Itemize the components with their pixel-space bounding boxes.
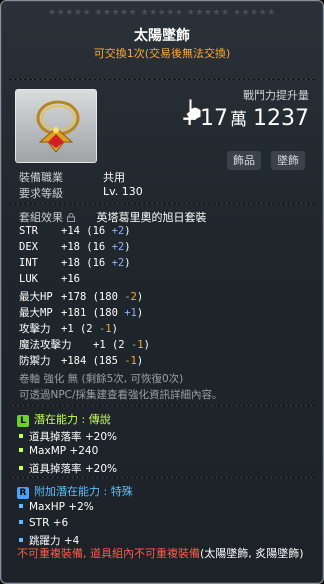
- req-job-value: 共用: [103, 171, 125, 184]
- divider: [9, 477, 315, 478]
- equip-restriction: 不可重複裝備, 道具組內不可重複裝備(太陽墜飾, 炙陽墜飾): [17, 545, 313, 562]
- rare-badge-icon: R: [17, 487, 29, 499]
- pendant-icon: [36, 100, 80, 153]
- divider: [9, 405, 315, 406]
- stat-defense: 防禦力 +184 (185 -1): [19, 355, 144, 367]
- restriction-items: (太陽墜飾, 炙陽墜飾): [200, 547, 304, 560]
- stat-attack: 攻擊力 +1 (2 -1): [19, 323, 118, 335]
- req-level-value: Lv. 130: [103, 185, 143, 198]
- bonus-potential-line: STR +6: [19, 517, 68, 529]
- category-tag-pendant: 墜飾: [271, 151, 305, 170]
- bonus-potential-line: MaxHP +2%: [19, 501, 94, 513]
- req-level: 要求等級 Lv. 130: [19, 185, 143, 201]
- power-rest: 1237: [253, 106, 309, 131]
- power-change-label: 戰鬥力提升量: [243, 89, 309, 102]
- stat-magic-attack: 魔法攻擊力 +1 (2 -1): [19, 339, 150, 351]
- stat-str: STR +14 (16 +2): [19, 225, 131, 237]
- bonus-potential-header: R 附加潛在能力 : 特殊: [17, 483, 133, 499]
- req-job-label: 裝備職業: [19, 171, 63, 184]
- item-tooltip: ★★★★★ ★★★★★ ★★★★★ ★★★★★ ★★★★★ 太陽墜飾 可交換1次…: [0, 0, 324, 584]
- enhance-hint: 可透過NPC/採集建查看強化資訊詳細內容。: [19, 389, 223, 401]
- star-force-row: ★★★★★ ★★★★★ ★★★★★ ★★★★★ ★★★★★: [48, 8, 276, 18]
- stat-dex: DEX +18 (16 +2): [19, 241, 131, 253]
- req-level-label: 要求等級: [19, 187, 63, 200]
- power-plus: +: [181, 106, 198, 130]
- stat-luk: LUK +16: [19, 273, 80, 285]
- legendary-badge-icon: L: [17, 415, 29, 427]
- divider: [9, 79, 315, 80]
- item-icon-frame: [15, 89, 97, 163]
- potential-header: L 潛在能力 : 傳說: [17, 411, 111, 427]
- scroll-info: 卷軸 強化 無 (剩餘5次, 可恢復0次): [19, 373, 184, 385]
- power-unit: 萬: [230, 110, 247, 130]
- req-job: 裝備職業 共用: [19, 169, 125, 185]
- set-effect-label: 套組效果: [19, 211, 63, 224]
- potential-line: MaxMP +240: [19, 445, 98, 457]
- lock-icon: [67, 213, 75, 222]
- category-tag-accessory: 飾品: [227, 151, 261, 170]
- potential-line: 道具掉落率 +20%: [19, 429, 117, 444]
- set-effect[interactable]: 套組效果 英塔葛里奧的旭日套裝: [19, 209, 207, 225]
- trade-status: 可交換1次(交易後無法交換): [93, 47, 231, 60]
- power-wan: 17: [200, 106, 228, 131]
- potential-line: 道具掉落率 +20%: [19, 461, 117, 476]
- restriction-text: 不可重複裝備, 道具組內不可重複裝備: [17, 547, 200, 560]
- divider: [9, 203, 315, 204]
- set-name: 英塔葛里奧的旭日套裝: [96, 211, 207, 224]
- stat-max-mp: 最大MP +181 (180 +1): [19, 307, 144, 319]
- power-change-value: + 17 萬 1237: [181, 105, 309, 131]
- stat-max-hp: 最大HP +178 (180 -2): [19, 291, 144, 303]
- stat-int: INT +18 (16 +2): [19, 257, 131, 269]
- item-name: 太陽墜飾: [134, 28, 190, 44]
